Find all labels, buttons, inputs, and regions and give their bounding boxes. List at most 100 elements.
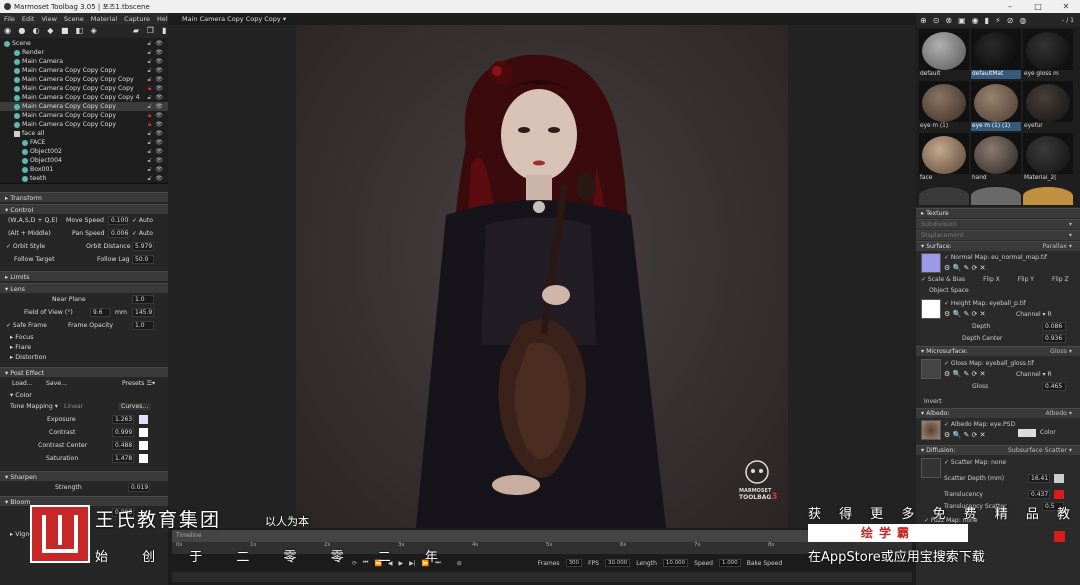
cube-icon[interactable]: ■ <box>61 27 69 35</box>
tree-row[interactable]: Main Camera Copy Copy Copy Copy 🔒︎ 👁︎ <box>0 84 168 93</box>
mm-field[interactable]: 145.9 <box>132 308 154 317</box>
section-flare[interactable]: ▸ Flare <box>0 342 168 352</box>
tree-row[interactable]: Main Camera Copy Copy Copy 🔒︎ 👁︎ <box>0 120 168 129</box>
material-tile[interactable]: Material_2( <box>1023 133 1073 183</box>
material-tile[interactable]: default <box>919 29 969 79</box>
lock-icon[interactable]: 🔓︎ <box>147 102 151 111</box>
speed-field[interactable]: 1.000 <box>718 559 741 567</box>
tree-row[interactable]: Object004 🔓︎ 👁︎ <box>0 156 168 165</box>
tree-row[interactable]: Main Camera 🔓︎ 👁︎ <box>0 57 168 66</box>
texture-tools[interactable]: ⚙ 🔍 ✎ ⟳ ✕ <box>944 370 986 378</box>
duplicate-icon[interactable]: ⊙ <box>933 16 940 25</box>
tree-row[interactable]: Scene 🔓︎ 👁︎ <box>0 39 168 48</box>
material-tile[interactable]: eye m (1) <box>919 81 969 131</box>
invert-checkbox[interactable]: Invert <box>916 396 1080 407</box>
translucency-field[interactable]: 0.437 <box>1028 490 1050 499</box>
material-tile[interactable]: eye gloss m <box>1023 29 1073 79</box>
render-view[interactable]: MARMOSET TOOLBAG3 <box>296 25 788 528</box>
mesh-icon[interactable]: ◆ <box>47 27 54 35</box>
follow-lag-field[interactable]: 50.0 <box>132 255 154 264</box>
tree-row[interactable]: FACE 🔓︎ 👁︎ <box>0 138 168 147</box>
delete-icon[interactable]: ▮ <box>161 27 168 35</box>
timeline-scrollbar[interactable] <box>172 572 912 582</box>
eye-icon[interactable]: 👁︎ <box>155 111 163 120</box>
scatter-depth-field[interactable]: 16.41 <box>1028 474 1050 483</box>
section-sharpen[interactable]: ▾ Sharpen <box>0 471 168 481</box>
frames-field[interactable]: 300 <box>565 559 583 567</box>
tree-row[interactable]: Object002 🔓︎ 👁︎ <box>0 147 168 156</box>
lock-icon[interactable]: 🔓︎ <box>147 93 151 102</box>
material-tile[interactable]: eye m (1) (1) <box>971 81 1021 131</box>
lock-icon[interactable]: 🔓︎ <box>147 66 151 75</box>
section-transform[interactable]: ▸ Transform <box>0 192 168 202</box>
normal-map-thumbnail[interactable] <box>921 253 941 273</box>
section-lens[interactable]: ▾ Lens <box>0 283 168 293</box>
move-speed-field[interactable]: 0.100 <box>108 216 128 225</box>
material-tile[interactable]: defaultMat <box>971 29 1021 79</box>
contrast-color-swatch[interactable] <box>139 428 148 437</box>
depth-field[interactable]: 0.086 <box>1042 322 1066 331</box>
near-plane-field[interactable]: 1.0 <box>132 295 154 304</box>
eye-icon[interactable]: 👁︎ <box>155 84 163 93</box>
lock-icon[interactable]: 🔒︎ <box>148 84 151 93</box>
scatter-map-slot[interactable]: ✓ Scatter Map: none <box>944 459 1006 466</box>
palette-icon[interactable]: ◍ <box>1019 16 1026 25</box>
saturation-swatch[interactable] <box>139 454 148 463</box>
lock-icon[interactable]: 🔓︎ <box>147 147 151 156</box>
orbit-distance-field[interactable]: 5.979 <box>132 242 154 251</box>
light-icon[interactable]: ● <box>18 27 25 35</box>
contrast-field[interactable]: 0.999 <box>112 428 134 437</box>
section-microsurface[interactable]: ▾ Microsurface: Gloss ▾ <box>916 346 1080 356</box>
menu-view[interactable]: View <box>41 15 56 23</box>
tree-row[interactable]: Main Camera Copy Copy Copy 🔓︎ 👁︎ <box>0 66 168 75</box>
section-color[interactable]: ▾ Color <box>0 390 168 400</box>
menu-file[interactable]: File <box>4 15 15 23</box>
record-icon[interactable]: ⊘ <box>457 560 462 567</box>
minimize-button[interactable]: – <box>996 2 1024 11</box>
menu-edit[interactable]: Edit <box>22 15 35 23</box>
tree-row[interactable]: Main Camera Copy Copy Copy Copy 4 🔓︎ 👁︎ <box>0 93 168 102</box>
section-distortion[interactable]: ▸ Distortion <box>0 352 168 362</box>
menu-material[interactable]: Material <box>91 15 117 23</box>
albedo-color-swatch[interactable] <box>1018 429 1036 437</box>
texture-tools[interactable]: ⚙ 🔍 ✎ ⟳ ✕ <box>944 431 986 439</box>
lock-icon[interactable]: 🔒︎ <box>148 111 151 120</box>
albedo-map-slot[interactable]: ✓ Albedo Map: eye.PSD <box>944 421 1015 428</box>
flip-z-checkbox[interactable]: Flip Z <box>1052 276 1069 283</box>
gloss-channel-dropdown[interactable]: Channel ▾ R <box>1016 371 1052 378</box>
lock-icon[interactable]: 🔒︎ <box>148 120 151 129</box>
eye-icon[interactable]: 👁︎ <box>155 102 163 111</box>
gloss-field[interactable]: 0.465 <box>1042 382 1066 391</box>
camera-icon[interactable]: ◉ <box>4 27 11 35</box>
lock-icon[interactable]: 🔓︎ <box>147 48 151 57</box>
contrast-center-field[interactable]: 0.488 <box>112 441 134 450</box>
lock-icon[interactable]: 🔓︎ <box>147 129 151 138</box>
trash-icon[interactable]: ▮ <box>985 16 989 25</box>
lock-icon[interactable]: 🔓︎ <box>147 174 151 183</box>
flip-x-checkbox[interactable]: Flip X <box>983 276 1000 283</box>
normal-map-slot[interactable]: ✓ Normal Map: eu_normal_map.tif <box>944 254 1047 261</box>
depth-center-field[interactable]: 0.936 <box>1042 334 1066 343</box>
fps-field[interactable]: 30.000 <box>604 559 631 567</box>
section-diffusion[interactable]: ▾ Diffusion: Subsurface Scatter ▾ <box>916 445 1080 455</box>
save-button[interactable]: Save... <box>46 380 67 387</box>
copy-icon[interactable]: ❐ <box>147 27 154 35</box>
add-material-icon[interactable]: ⊕ <box>920 16 927 25</box>
tree-row[interactable]: Box001 🔓︎ 👁︎ <box>0 165 168 174</box>
tree-row-selected[interactable]: Main Camera Copy Copy Copy 🔓︎ 👁︎ <box>0 102 168 111</box>
section-focus[interactable]: ▸ Focus <box>0 332 168 342</box>
section-displacement[interactable]: Displacement ▾ <box>916 230 1080 240</box>
eye-icon[interactable]: 👁︎ <box>155 165 163 174</box>
height-map-thumbnail[interactable] <box>921 299 941 319</box>
material-thumb[interactable] <box>919 187 969 205</box>
curves-button[interactable]: Curves... <box>118 403 152 410</box>
import-icon[interactable]: ▣ <box>958 16 966 25</box>
eye-icon[interactable]: 👁︎ <box>155 66 163 75</box>
contrast-center-swatch[interactable] <box>139 441 148 450</box>
section-control[interactable]: ▾ Control <box>0 204 168 214</box>
gloss-map-slot[interactable]: ✓ Gloss Map: eyeball_gloss.tif <box>944 360 1034 367</box>
material-tile[interactable]: hand <box>971 133 1021 183</box>
saturation-field[interactable]: 1.478 <box>112 454 134 463</box>
lock-icon[interactable]: 🔓︎ <box>147 138 151 147</box>
tree-row[interactable]: Main Camera Copy Copy Copy Copy 🔓︎ 👁︎ <box>0 75 168 84</box>
